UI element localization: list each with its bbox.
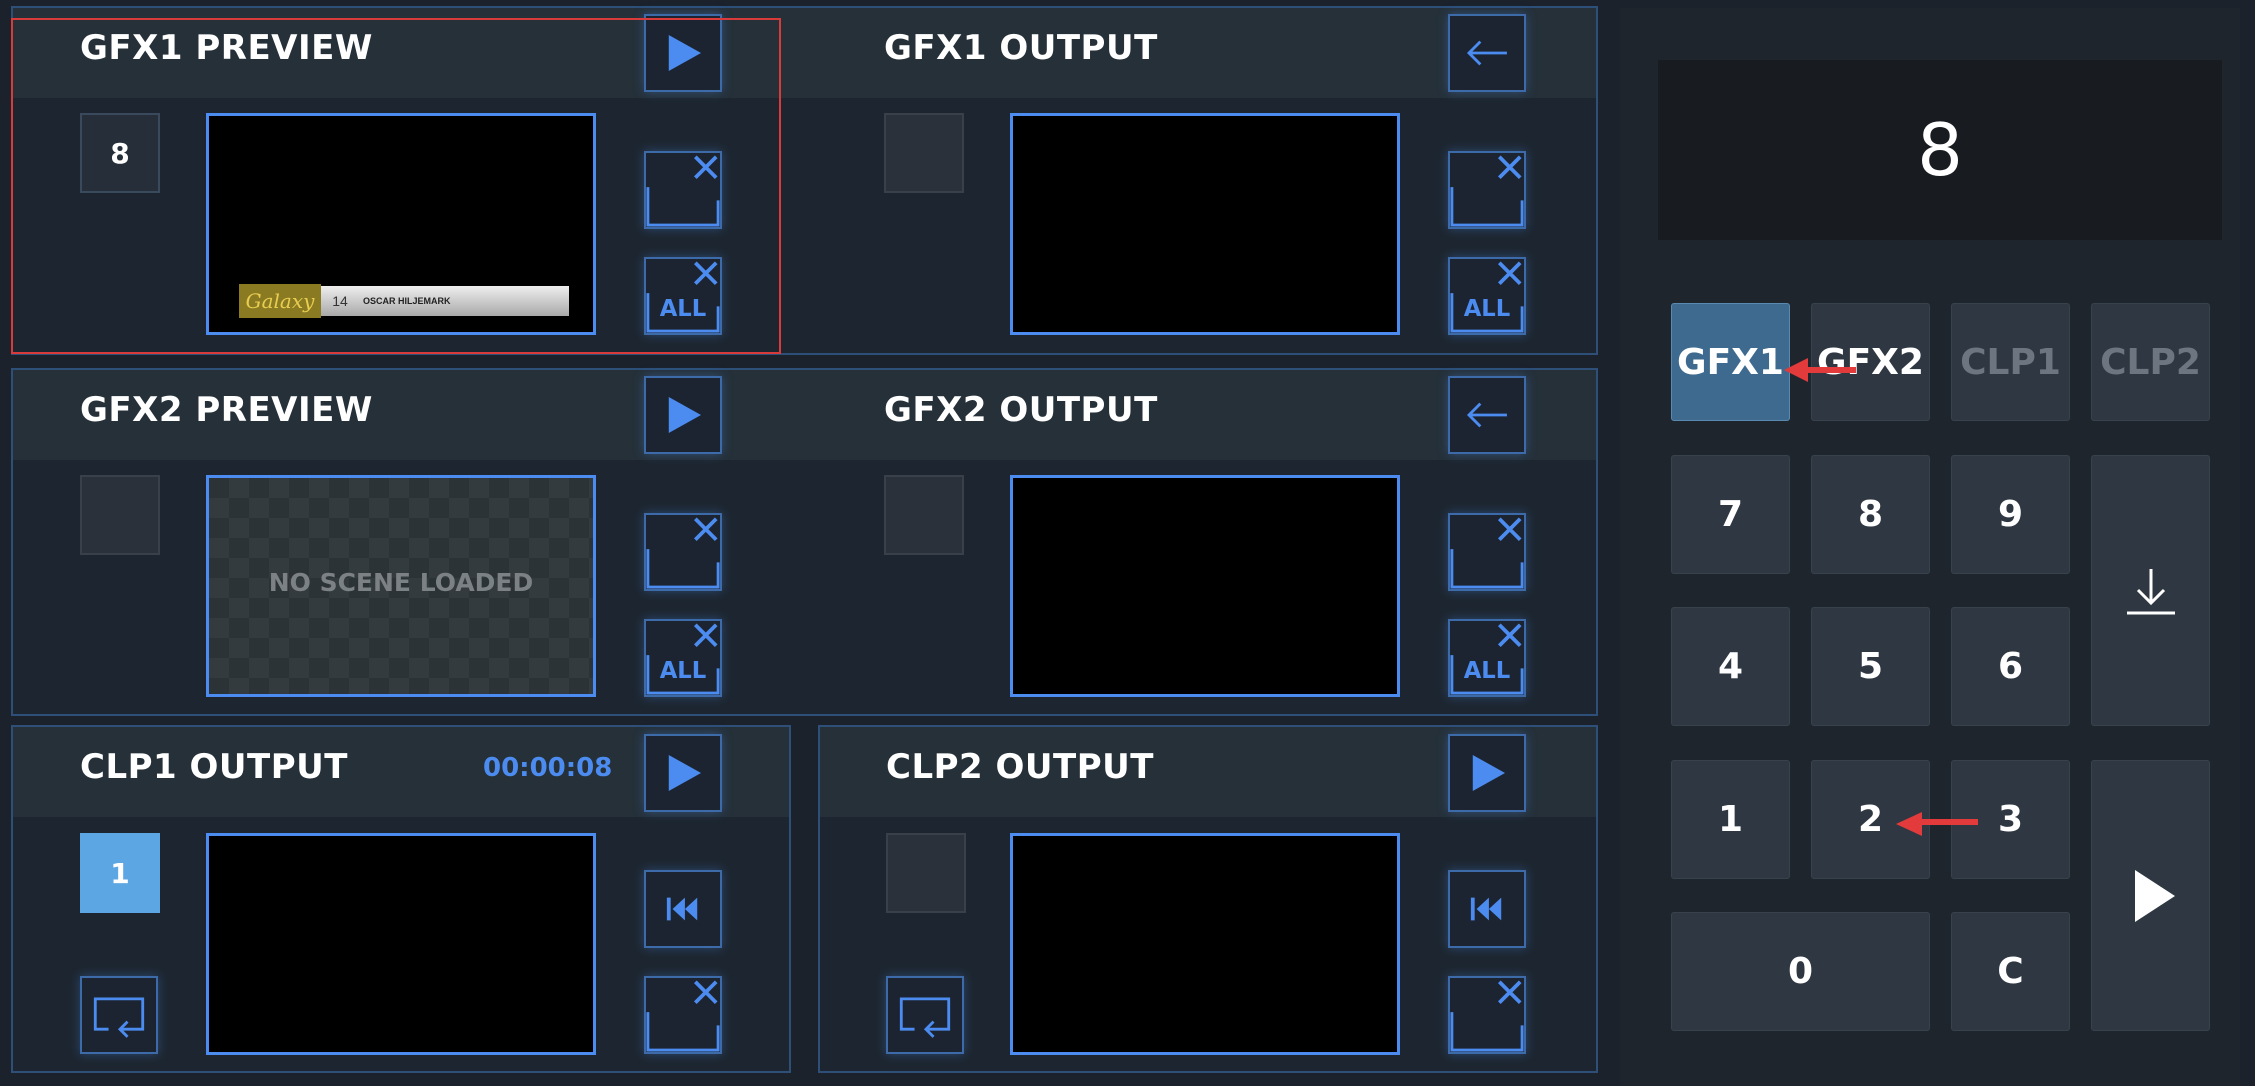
arrow-left-icon (1466, 40, 1507, 66)
clear-icon (1450, 517, 1524, 589)
key-0[interactable]: 0 (1671, 912, 1930, 1031)
key-1[interactable]: 1 (1671, 760, 1790, 879)
clp1-rewind-button[interactable] (644, 870, 722, 948)
arrow-left-icon (1466, 402, 1507, 428)
play-icon (668, 396, 702, 434)
play-icon (1472, 754, 1506, 792)
clear-all-label: ALL (1464, 296, 1511, 322)
keypad-display: 8 (1658, 60, 2222, 240)
clear-all-label: ALL (1464, 658, 1511, 684)
clear-all-label: ALL (660, 658, 707, 684)
gfx1-preview-highlight (11, 18, 781, 354)
gfx1-output-clear-button[interactable] (1448, 151, 1526, 229)
clp1-clear-button[interactable] (644, 976, 722, 1054)
clear-key[interactable]: C (1951, 912, 2070, 1031)
clear-all-icon: ALL (646, 623, 720, 695)
gfx2-output-screen (1010, 475, 1400, 697)
key-4[interactable]: 4 (1671, 607, 1790, 726)
play-icon (2134, 869, 2175, 922)
clp1-loop-button[interactable] (80, 976, 158, 1054)
key-5[interactable]: 5 (1811, 607, 1930, 726)
gfx2-play-button[interactable] (644, 376, 722, 454)
clp1-play-button[interactable] (644, 734, 722, 812)
channel-gfx2-button[interactable]: GFX2 (1811, 303, 1930, 421)
clp1-slot[interactable]: 1 (80, 833, 160, 913)
clp1-timecode: 00:00:08 (483, 753, 613, 783)
clp2-slot[interactable] (886, 833, 966, 913)
clear-icon (1450, 155, 1524, 227)
clear-icon (1450, 980, 1524, 1052)
gfx2-preview-screen: NO SCENE LOADED (206, 475, 596, 697)
clear-all-icon: ALL (1450, 623, 1524, 695)
clear-icon (646, 980, 720, 1052)
gfx2-preview-slot[interactable] (80, 475, 160, 555)
rewind-icon (1470, 897, 1502, 921)
key-8[interactable]: 8 (1811, 455, 1930, 574)
load-button[interactable] (2091, 455, 2210, 726)
loop-icon (899, 997, 951, 1038)
gfx1-output-title: GFX1 OUTPUT (884, 28, 1158, 68)
gfx2-preview-clear-all-button[interactable]: ALL (644, 619, 722, 697)
channel-clp2-button[interactable]: CLP2 (2091, 303, 2210, 421)
channel-clp1-button[interactable]: CLP1 (1951, 303, 2070, 421)
clear-icon (646, 517, 720, 589)
clp1-output-title: CLP1 OUTPUT (80, 747, 348, 787)
gfx1-take-back-button[interactable] (1448, 14, 1526, 92)
gfx1-output-slot[interactable] (884, 113, 964, 193)
download-icon (2126, 568, 2175, 614)
gfx2-preview-title: GFX2 PREVIEW (80, 390, 373, 430)
gfx2-take-back-button[interactable] (1448, 376, 1526, 454)
clp2-output-screen (1010, 833, 1400, 1055)
key-9[interactable]: 9 (1951, 455, 2070, 574)
clear-all-icon: ALL (1450, 261, 1524, 333)
loop-icon (93, 997, 145, 1038)
clp2-clear-button[interactable] (1448, 976, 1526, 1054)
clp1-output-screen (206, 833, 596, 1055)
gfx1-output-screen (1010, 113, 1400, 335)
clp2-rewind-button[interactable] (1448, 870, 1526, 948)
no-scene-text: NO SCENE LOADED (268, 568, 534, 597)
gfx2-output-clear-button[interactable] (1448, 513, 1526, 591)
key-2[interactable]: 2 (1811, 760, 1930, 879)
clp2-output-title: CLP2 OUTPUT (886, 747, 1154, 787)
gfx1-output-clear-all-button[interactable]: ALL (1448, 257, 1526, 335)
rewind-icon (666, 897, 698, 921)
take-button[interactable] (2091, 760, 2210, 1031)
gfx2-output-clear-all-button[interactable]: ALL (1448, 619, 1526, 697)
gfx2-preview-clear-button[interactable] (644, 513, 722, 591)
key-6[interactable]: 6 (1951, 607, 2070, 726)
clp2-play-button[interactable] (1448, 734, 1526, 812)
gfx2-output-slot[interactable] (884, 475, 964, 555)
clp2-loop-button[interactable] (886, 976, 964, 1054)
play-icon (668, 754, 702, 792)
gfx2-output-title: GFX2 OUTPUT (884, 390, 1158, 430)
key-3[interactable]: 3 (1951, 760, 2070, 879)
channel-gfx1-button[interactable]: GFX1 (1671, 303, 1790, 421)
key-7[interactable]: 7 (1671, 455, 1790, 574)
